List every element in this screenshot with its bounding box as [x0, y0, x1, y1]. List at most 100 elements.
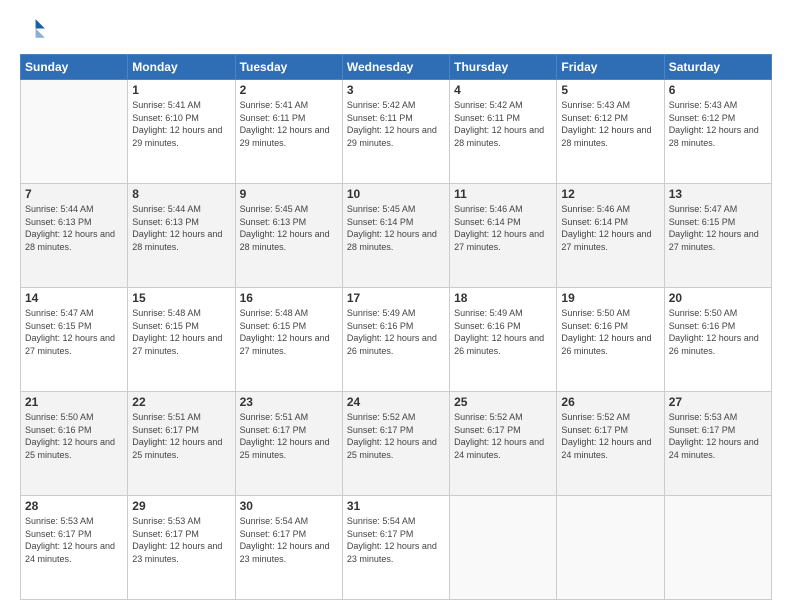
calendar-cell: 19 Sunrise: 5:50 AMSunset: 6:16 PMDayligh… — [557, 288, 664, 392]
day-info: Sunrise: 5:43 AMSunset: 6:12 PMDaylight:… — [669, 99, 767, 149]
day-info: Sunrise: 5:54 AMSunset: 6:17 PMDaylight:… — [347, 515, 445, 565]
day-header-wednesday: Wednesday — [342, 55, 449, 80]
day-info: Sunrise: 5:44 AMSunset: 6:13 PMDaylight:… — [132, 203, 230, 253]
day-info: Sunrise: 5:54 AMSunset: 6:17 PMDaylight:… — [240, 515, 338, 565]
day-number: 17 — [347, 291, 445, 305]
calendar-cell: 25 Sunrise: 5:52 AMSunset: 6:17 PMDayligh… — [450, 392, 557, 496]
calendar-cell: 15 Sunrise: 5:48 AMSunset: 6:15 PMDayligh… — [128, 288, 235, 392]
day-info: Sunrise: 5:42 AMSunset: 6:11 PMDaylight:… — [347, 99, 445, 149]
day-info: Sunrise: 5:50 AMSunset: 6:16 PMDaylight:… — [561, 307, 659, 357]
calendar-cell: 14 Sunrise: 5:47 AMSunset: 6:15 PMDayligh… — [21, 288, 128, 392]
calendar-cell: 18 Sunrise: 5:49 AMSunset: 6:16 PMDayligh… — [450, 288, 557, 392]
day-number: 23 — [240, 395, 338, 409]
day-number: 25 — [454, 395, 552, 409]
day-number: 20 — [669, 291, 767, 305]
day-info: Sunrise: 5:53 AMSunset: 6:17 PMDaylight:… — [132, 515, 230, 565]
calendar-cell: 23 Sunrise: 5:51 AMSunset: 6:17 PMDayligh… — [235, 392, 342, 496]
day-header-friday: Friday — [557, 55, 664, 80]
calendar-cell: 30Sunrise: 5:54 AMSunset: 6:17 PMDayligh… — [235, 496, 342, 600]
calendar-cell: 4 Sunrise: 5:42 AMSunset: 6:11 PMDaylight… — [450, 80, 557, 184]
day-number: 16 — [240, 291, 338, 305]
calendar-cell — [664, 496, 771, 600]
day-number: 5 — [561, 83, 659, 97]
day-info: Sunrise: 5:48 AMSunset: 6:15 PMDaylight:… — [132, 307, 230, 357]
calendar-table: SundayMondayTuesdayWednesdayThursdayFrid… — [20, 54, 772, 600]
calendar-cell: 11 Sunrise: 5:46 AMSunset: 6:14 PMDayligh… — [450, 184, 557, 288]
day-number: 31 — [347, 499, 445, 513]
day-info: Sunrise: 5:46 AMSunset: 6:14 PMDaylight:… — [454, 203, 552, 253]
day-header-sunday: Sunday — [21, 55, 128, 80]
calendar-cell: 29Sunrise: 5:53 AMSunset: 6:17 PMDayligh… — [128, 496, 235, 600]
day-number: 12 — [561, 187, 659, 201]
day-number: 13 — [669, 187, 767, 201]
day-number: 11 — [454, 187, 552, 201]
day-info: Sunrise: 5:52 AMSunset: 6:17 PMDaylight:… — [454, 411, 552, 461]
day-number: 3 — [347, 83, 445, 97]
day-info: Sunrise: 5:44 AMSunset: 6:13 PMDaylight:… — [25, 203, 123, 253]
calendar-cell — [21, 80, 128, 184]
day-number: 9 — [240, 187, 338, 201]
day-number: 8 — [132, 187, 230, 201]
calendar-cell: 13 Sunrise: 5:47 AMSunset: 6:15 PMDayligh… — [664, 184, 771, 288]
day-number: 18 — [454, 291, 552, 305]
day-info: Sunrise: 5:47 AMSunset: 6:15 PMDaylight:… — [669, 203, 767, 253]
calendar-cell: 2Sunrise: 5:41 AMSunset: 6:11 PMDaylight… — [235, 80, 342, 184]
calendar-cell: 10 Sunrise: 5:45 AMSunset: 6:14 PMDayligh… — [342, 184, 449, 288]
day-info: Sunrise: 5:49 AMSunset: 6:16 PMDaylight:… — [347, 307, 445, 357]
day-info: Sunrise: 5:47 AMSunset: 6:15 PMDaylight:… — [25, 307, 123, 357]
day-info: Sunrise: 5:51 AMSunset: 6:17 PMDaylight:… — [240, 411, 338, 461]
calendar-cell: 8 Sunrise: 5:44 AMSunset: 6:13 PMDaylight… — [128, 184, 235, 288]
calendar-week-row: 28 Sunrise: 5:53 AMSunset: 6:17 PMDayligh… — [21, 496, 772, 600]
calendar-cell: 17 Sunrise: 5:49 AMSunset: 6:16 PMDayligh… — [342, 288, 449, 392]
calendar-week-row: 7 Sunrise: 5:44 AMSunset: 6:13 PMDaylight… — [21, 184, 772, 288]
day-number: 19 — [561, 291, 659, 305]
day-info: Sunrise: 5:45 AMSunset: 6:13 PMDaylight:… — [240, 203, 338, 253]
calendar-cell: 20 Sunrise: 5:50 AMSunset: 6:16 PMDayligh… — [664, 288, 771, 392]
day-header-saturday: Saturday — [664, 55, 771, 80]
day-info: Sunrise: 5:48 AMSunset: 6:15 PMDaylight:… — [240, 307, 338, 357]
calendar-week-row: 21 Sunrise: 5:50 AMSunset: 6:16 PMDayligh… — [21, 392, 772, 496]
calendar-cell: 31 Sunrise: 5:54 AMSunset: 6:17 PMDayligh… — [342, 496, 449, 600]
day-number: 21 — [25, 395, 123, 409]
day-number: 24 — [347, 395, 445, 409]
day-header-tuesday: Tuesday — [235, 55, 342, 80]
day-info: Sunrise: 5:50 AMSunset: 6:16 PMDaylight:… — [25, 411, 123, 461]
day-info: Sunrise: 5:49 AMSunset: 6:16 PMDaylight:… — [454, 307, 552, 357]
day-number: 6 — [669, 83, 767, 97]
calendar-cell: 26Sunrise: 5:52 AMSunset: 6:17 PMDayligh… — [557, 392, 664, 496]
logo — [20, 16, 52, 44]
day-number: 7 — [25, 187, 123, 201]
calendar-cell: 22Sunrise: 5:51 AMSunset: 6:17 PMDayligh… — [128, 392, 235, 496]
page: SundayMondayTuesdayWednesdayThursdayFrid… — [0, 0, 792, 612]
calendar-cell: 7 Sunrise: 5:44 AMSunset: 6:13 PMDaylight… — [21, 184, 128, 288]
calendar-cell: 6 Sunrise: 5:43 AMSunset: 6:12 PMDaylight… — [664, 80, 771, 184]
day-number: 28 — [25, 499, 123, 513]
day-info: Sunrise: 5:45 AMSunset: 6:14 PMDaylight:… — [347, 203, 445, 253]
day-info: Sunrise: 5:52 AMSunset: 6:17 PMDaylight:… — [561, 411, 659, 461]
calendar-cell: 9 Sunrise: 5:45 AMSunset: 6:13 PMDaylight… — [235, 184, 342, 288]
day-info: Sunrise: 5:43 AMSunset: 6:12 PMDaylight:… — [561, 99, 659, 149]
day-info: Sunrise: 5:52 AMSunset: 6:17 PMDaylight:… — [347, 411, 445, 461]
calendar-week-row: 14 Sunrise: 5:47 AMSunset: 6:15 PMDayligh… — [21, 288, 772, 392]
day-info: Sunrise: 5:50 AMSunset: 6:16 PMDaylight:… — [669, 307, 767, 357]
day-info: Sunrise: 5:41 AMSunset: 6:10 PMDaylight:… — [132, 99, 230, 149]
day-number: 2 — [240, 83, 338, 97]
day-info: Sunrise: 5:53 AMSunset: 6:17 PMDaylight:… — [25, 515, 123, 565]
calendar-cell: 28 Sunrise: 5:53 AMSunset: 6:17 PMDayligh… — [21, 496, 128, 600]
day-number: 15 — [132, 291, 230, 305]
day-number: 10 — [347, 187, 445, 201]
calendar-cell — [450, 496, 557, 600]
calendar-cell: 16 Sunrise: 5:48 AMSunset: 6:15 PMDayligh… — [235, 288, 342, 392]
calendar-cell: 3 Sunrise: 5:42 AMSunset: 6:11 PMDaylight… — [342, 80, 449, 184]
day-header-monday: Monday — [128, 55, 235, 80]
day-info: Sunrise: 5:42 AMSunset: 6:11 PMDaylight:… — [454, 99, 552, 149]
calendar-cell: 1 Sunrise: 5:41 AMSunset: 6:10 PMDaylight… — [128, 80, 235, 184]
day-number: 1 — [132, 83, 230, 97]
day-number: 14 — [25, 291, 123, 305]
calendar-cell: 5 Sunrise: 5:43 AMSunset: 6:12 PMDaylight… — [557, 80, 664, 184]
calendar-cell — [557, 496, 664, 600]
day-number: 22 — [132, 395, 230, 409]
day-number: 27 — [669, 395, 767, 409]
day-header-thursday: Thursday — [450, 55, 557, 80]
day-number: 4 — [454, 83, 552, 97]
